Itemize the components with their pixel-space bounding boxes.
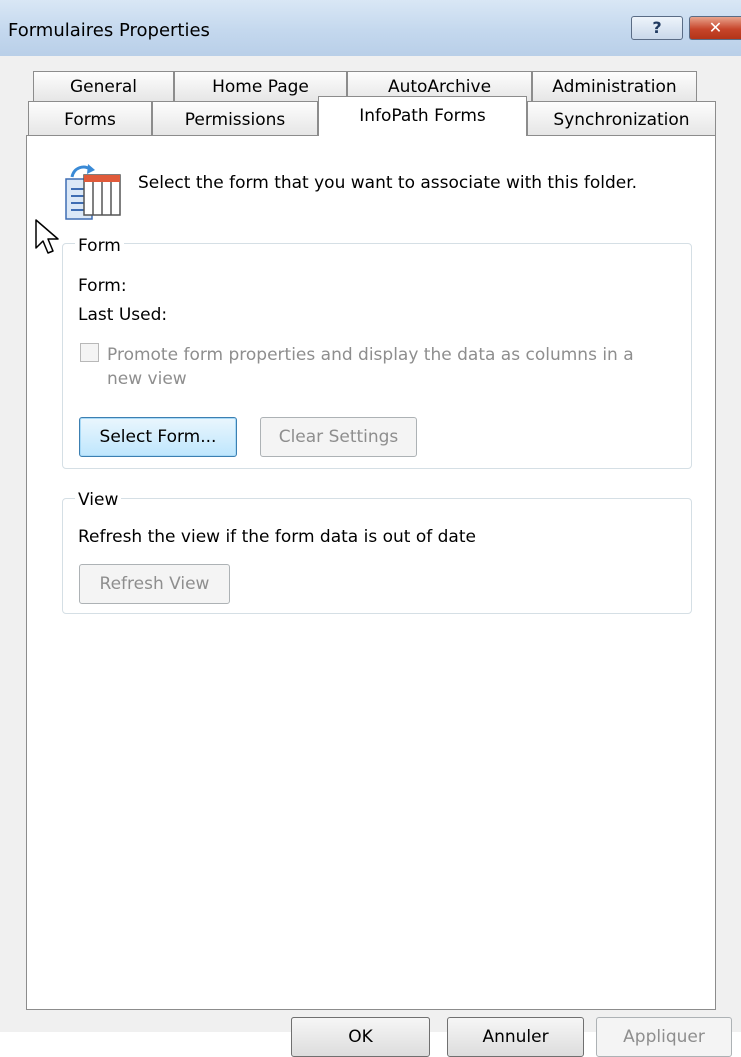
tab-administration[interactable]: Administration (532, 71, 697, 101)
mouse-pointer-icon (35, 219, 59, 254)
form-label: Form: (78, 276, 127, 296)
select-form-button[interactable]: Select Form... (79, 417, 237, 457)
promote-properties-label-line2: new view (107, 369, 187, 389)
view-group-legend: View (75, 490, 122, 510)
properties-dialog: Formulaires Properties ? ✕ General Home … (0, 0, 741, 1057)
tab-infopath-forms[interactable]: InfoPath Forms (318, 96, 527, 136)
title-bar[interactable]: Formulaires Properties ? ✕ (0, 0, 741, 56)
refresh-description: Refresh the view if the form data is out… (78, 527, 476, 547)
tab-synchronization[interactable]: Synchronization (527, 101, 716, 135)
last-used-label: Last Used: (78, 305, 168, 325)
tab-forms[interactable]: Forms (28, 101, 152, 135)
close-button[interactable]: ✕ (689, 16, 741, 40)
clear-settings-button[interactable]: Clear Settings (260, 417, 417, 457)
refresh-view-button[interactable]: Refresh View (79, 564, 230, 604)
form-group-legend: Form (75, 236, 124, 256)
promote-properties-label-line1: Promote form properties and display the … (107, 345, 634, 365)
tab-general[interactable]: General (33, 71, 174, 101)
promote-properties-checkbox[interactable] (80, 343, 99, 362)
intro-text: Select the form that you want to associa… (138, 173, 638, 193)
ok-button[interactable]: OK (291, 1017, 430, 1057)
help-button[interactable]: ? (631, 16, 683, 40)
window-title: Formulaires Properties (8, 20, 210, 41)
tab-permissions[interactable]: Permissions (152, 101, 318, 135)
infopath-form-icon (65, 164, 121, 220)
cancel-button[interactable]: Annuler (447, 1017, 584, 1057)
apply-button[interactable]: Appliquer (596, 1017, 732, 1057)
